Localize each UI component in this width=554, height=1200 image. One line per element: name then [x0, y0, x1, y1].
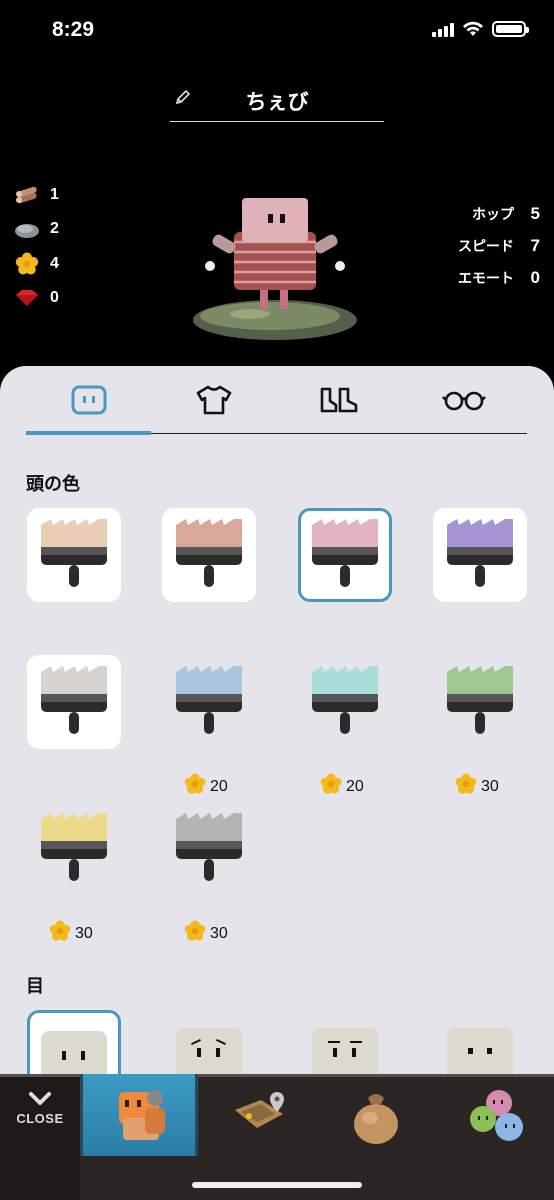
pencil-icon[interactable]	[174, 88, 192, 112]
face-icon	[71, 385, 107, 414]
paint-brush-icon	[41, 813, 107, 881]
head-color-option[interactable]	[162, 508, 256, 602]
stat-hop: ホップ 5	[472, 201, 540, 227]
stat-label: エモート	[458, 270, 514, 286]
price-value: 20	[346, 777, 364, 795]
flower-icon	[49, 920, 71, 947]
category-tabs	[26, 366, 527, 435]
close-label: CLOSE	[16, 1111, 64, 1126]
flower-icon	[455, 773, 477, 800]
shirt-icon	[196, 385, 232, 414]
resource-stone: 2	[14, 216, 59, 242]
head-color-option[interactable]	[162, 655, 256, 749]
tab-accessories[interactable]	[402, 366, 527, 433]
paint-brush-icon	[41, 519, 107, 587]
flower-icon	[184, 773, 206, 800]
chevron-down-icon	[29, 1092, 51, 1105]
section-title-head-color: 頭の色	[26, 474, 80, 494]
head-color-option[interactable]	[298, 655, 392, 749]
price-value: 30	[481, 777, 499, 795]
home-indicator	[192, 1182, 362, 1188]
tab-face[interactable]	[26, 366, 152, 435]
resource-gem: 0	[14, 285, 59, 311]
stat-emote: エモート 0	[458, 265, 540, 291]
resource-value: 0	[50, 289, 59, 306]
glasses-icon	[442, 391, 487, 410]
cellular-signal-icon	[432, 21, 454, 37]
resource-value: 4	[50, 255, 59, 272]
stone-icon	[14, 218, 40, 240]
ruby-gem-icon	[14, 287, 40, 309]
head-color-option[interactable]	[298, 508, 392, 602]
battery-icon	[492, 21, 529, 37]
wood-logs-icon	[14, 184, 40, 206]
map-icon	[235, 1092, 284, 1128]
stat-label: ホップ	[472, 206, 514, 222]
price-value: 20	[210, 777, 228, 795]
price-tag: 20	[320, 773, 364, 800]
head-color-option[interactable]	[27, 508, 121, 602]
resource-wood: 1	[14, 182, 59, 208]
character-name: ちぇび	[245, 90, 309, 114]
paint-brush-icon	[176, 813, 242, 881]
close-button[interactable]: CLOSE	[0, 1077, 80, 1200]
paint-brush-icon	[312, 666, 378, 734]
stat-value: 7	[530, 236, 540, 255]
price-tag: 30	[184, 920, 228, 947]
paint-brush-icon	[41, 666, 107, 734]
nav-item-bag[interactable]	[336, 1081, 416, 1151]
status-icons	[432, 21, 529, 37]
nav-item-friends[interactable]	[456, 1081, 536, 1151]
section-title-eyes: 目	[26, 976, 44, 996]
sack-icon	[354, 1094, 398, 1144]
head-color-option[interactable]	[433, 655, 527, 749]
flower-icon	[14, 252, 40, 275]
stat-value: 0	[530, 268, 540, 287]
stat-speed: スピード 7	[458, 233, 540, 259]
nav-item-map[interactable]	[220, 1081, 300, 1151]
tab-shoes[interactable]	[277, 366, 402, 433]
wifi-icon	[463, 21, 483, 36]
head-color-option[interactable]	[27, 802, 121, 896]
price-tag: 30	[49, 920, 93, 947]
paint-brush-icon	[176, 666, 242, 734]
head-color-option[interactable]	[162, 802, 256, 896]
nav-item-character[interactable]	[80, 1074, 198, 1156]
price-value: 30	[210, 924, 228, 942]
flower-icon	[320, 773, 342, 800]
price-tag: 20	[184, 773, 228, 800]
tab-clothes[interactable]	[151, 366, 276, 433]
head-color-option[interactable]	[27, 655, 121, 749]
price-value: 30	[75, 924, 93, 942]
character-preview[interactable]	[190, 190, 360, 350]
flower-icon	[184, 920, 206, 947]
resource-flower: 4	[14, 251, 59, 277]
status-time: 8:29	[52, 18, 95, 41]
paint-brush-icon	[312, 519, 378, 587]
head-color-option[interactable]	[433, 508, 527, 602]
character-name-field[interactable]: ちぇび	[170, 80, 384, 122]
paint-brush-icon	[447, 666, 513, 734]
boots-icon	[320, 387, 358, 412]
paint-brush-icon	[176, 519, 242, 587]
character-icon	[119, 1090, 165, 1140]
stat-value: 5	[530, 204, 540, 223]
status-bar: 8:29	[0, 0, 554, 60]
resource-value: 2	[50, 220, 59, 237]
paint-brush-icon	[447, 519, 513, 587]
customize-panel: 頭の色 20 20 30 30 30 目	[0, 366, 554, 1086]
friends-icon	[470, 1090, 523, 1141]
price-tag: 30	[455, 773, 499, 800]
resource-value: 1	[50, 186, 59, 203]
stat-label: スピード	[458, 238, 514, 254]
